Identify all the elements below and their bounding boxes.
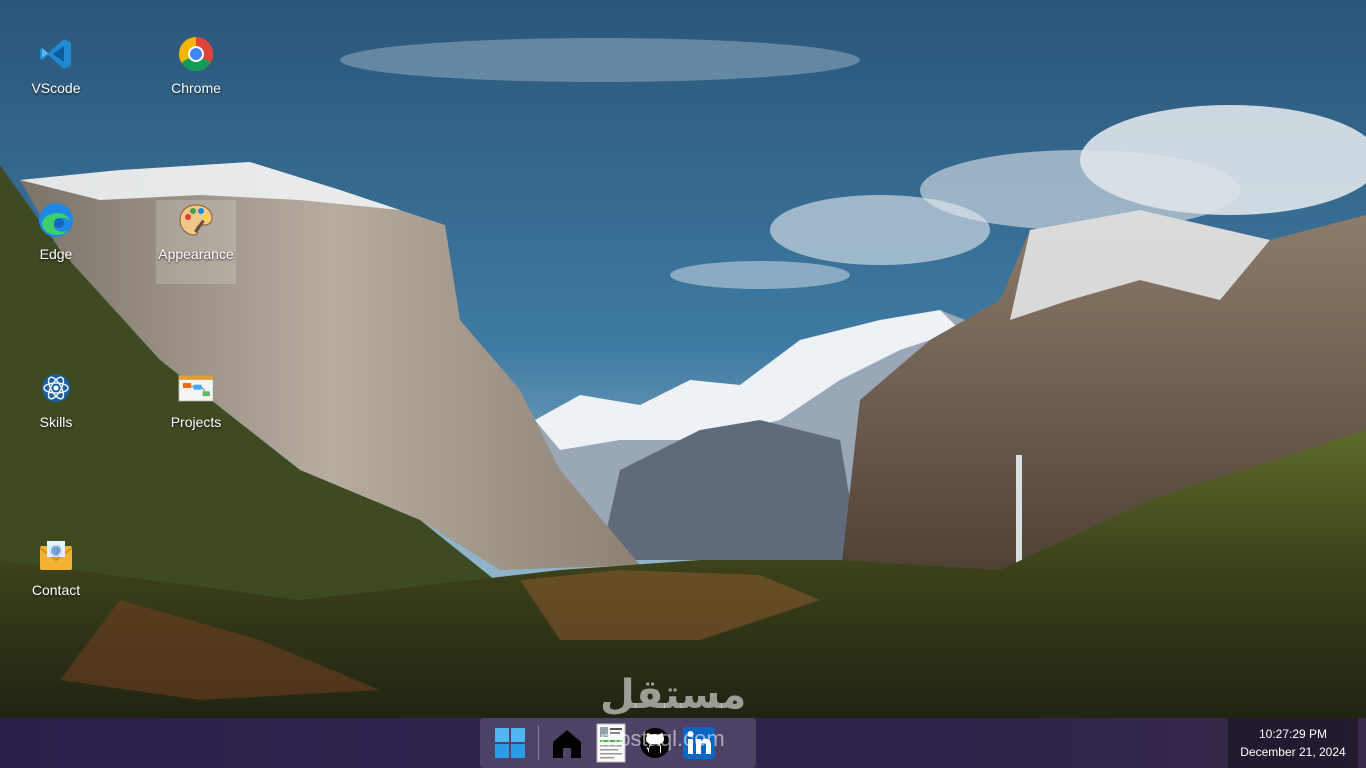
desktop-icon-contact[interactable]: @ Contact <box>16 536 96 620</box>
desktop-icon-label: Edge <box>39 246 73 262</box>
desktop-icon-label: VScode <box>31 80 81 96</box>
start-button[interactable] <box>488 721 532 765</box>
resume-button[interactable] <box>589 721 633 765</box>
edge-icon <box>39 203 73 237</box>
desktop-icon-appearance[interactable]: Appearance <box>156 200 236 284</box>
projects-board-icon <box>178 375 214 402</box>
linkedin-icon <box>683 727 715 759</box>
react-icon <box>42 374 70 402</box>
home-button[interactable] <box>545 721 589 765</box>
desktop-icon-chrome[interactable]: Chrome <box>156 34 236 118</box>
desktop-icon-label: Projects <box>170 414 222 430</box>
system-clock[interactable]: 10:27:29 PM December 21, 2024 <box>1228 718 1358 768</box>
github-icon <box>640 728 670 758</box>
resume-document-icon <box>596 723 626 763</box>
dock-separator <box>538 726 539 760</box>
desktop-icon-vscode[interactable]: VScode <box>16 34 96 118</box>
vscode-icon <box>40 39 71 69</box>
svg-text:@: @ <box>51 545 61 556</box>
desktop-icon-skills[interactable]: Skills <box>16 368 96 452</box>
mail-envelope-icon: @ <box>39 541 73 570</box>
palette-icon <box>179 204 213 236</box>
home-icon <box>553 730 581 758</box>
taskbar: 10:27:29 PM December 21, 2024 <box>0 718 1366 768</box>
desktop-icon-label: Appearance <box>158 246 234 262</box>
taskbar-dock <box>480 718 756 768</box>
github-button[interactable] <box>633 721 677 765</box>
windows-start-icon <box>495 728 525 758</box>
desktop-icon-edge[interactable]: Edge <box>16 200 96 284</box>
clock-time: 10:27:29 PM <box>1258 727 1328 741</box>
desktop-icon-label: Chrome <box>171 80 221 96</box>
desktop-icon-projects[interactable]: Projects <box>156 368 236 452</box>
linkedin-button[interactable] <box>677 721 721 765</box>
clock-date: December 21, 2024 <box>1240 745 1346 759</box>
desktop-icon-label: Contact <box>31 582 81 598</box>
desktop-icon-label: Skills <box>39 414 73 430</box>
chrome-icon <box>179 37 213 71</box>
